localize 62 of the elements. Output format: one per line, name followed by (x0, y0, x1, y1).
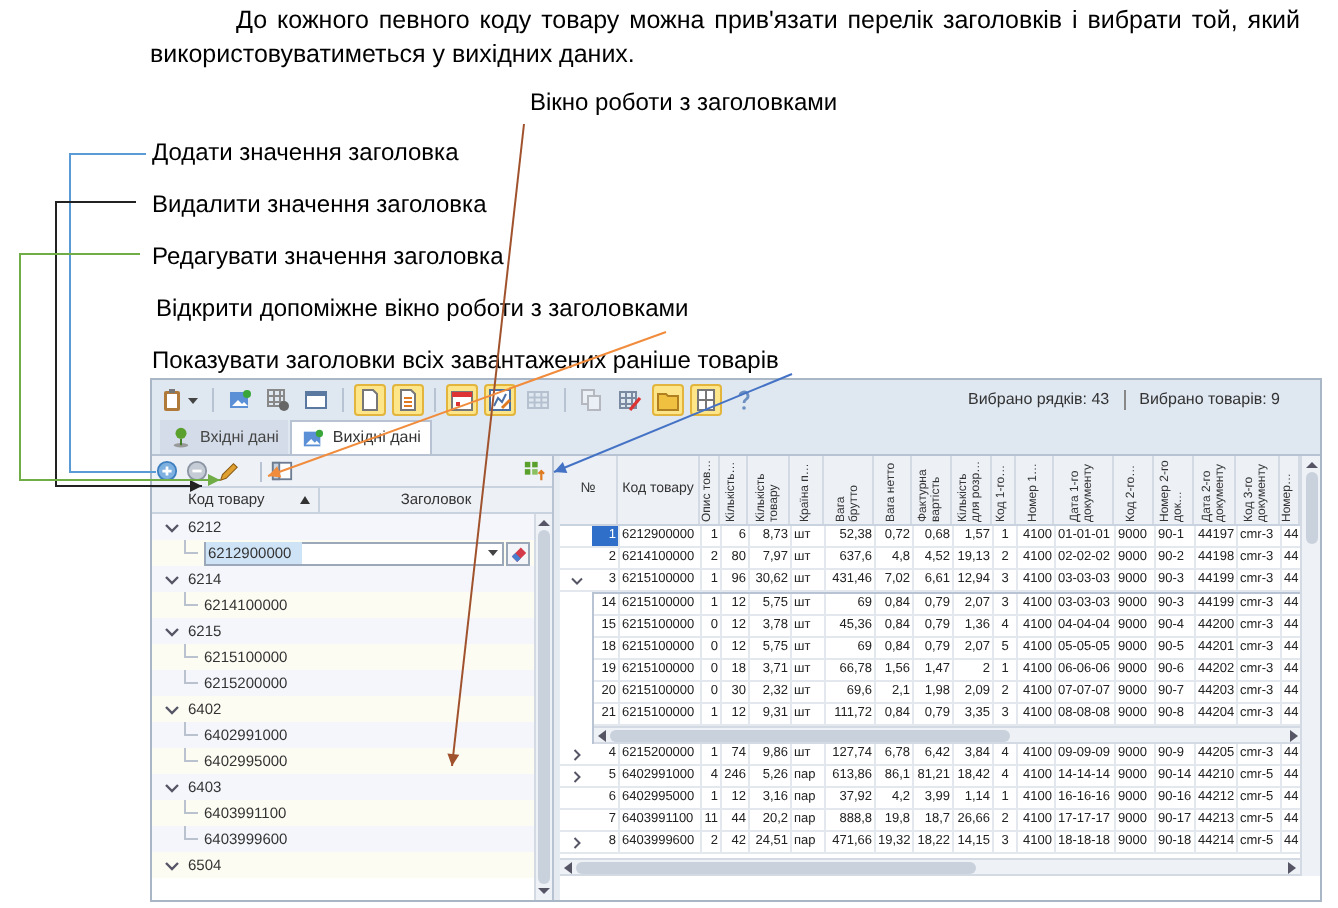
list-icon (396, 388, 420, 412)
pencil-icon (618, 388, 642, 412)
scroll-thumb[interactable] (576, 861, 976, 873)
pin-icon (170, 426, 192, 448)
grid-icon (526, 388, 550, 412)
copy-icon (580, 388, 604, 412)
scrollbar[interactable] (534, 514, 552, 900)
columns-button[interactable] (690, 384, 722, 416)
arrow-up-icon[interactable] (538, 518, 550, 526)
eraser-icon (509, 544, 527, 562)
expander-icon[interactable] (571, 835, 581, 849)
arrow-left-icon[interactable] (598, 729, 606, 741)
remove-icon[interactable] (186, 460, 208, 482)
paragraph: До кожного певного коду товару можна прив'язати перелік заголовків і вибрати той, який використовуватиметься у вихідних даних. (150, 4, 1300, 72)
expander-icon[interactable] (164, 573, 180, 585)
expander-icon[interactable] (164, 781, 180, 793)
callout-label: Видалити значення заголовка (152, 190, 487, 218)
status-text: Вибрано товарів: 9 (1139, 388, 1280, 412)
add-icon[interactable] (156, 460, 178, 482)
caret-icon (488, 550, 498, 556)
scroll-thumb[interactable] (1305, 472, 1317, 544)
clipboard-icon (162, 388, 186, 412)
picture-icon (302, 427, 325, 449)
arrow-down-icon[interactable] (538, 888, 550, 896)
tab[interactable]: Вхідні дані (160, 420, 289, 454)
expander-icon[interactable] (164, 703, 180, 715)
caption: Вікно роботи з заголовками (530, 88, 838, 116)
scrollbar[interactable] (594, 726, 1302, 744)
pencil-icon[interactable] (216, 460, 240, 482)
scroll-thumb[interactable] (610, 729, 1010, 741)
callout-label: Редагувати значення заголовка (152, 242, 504, 270)
folder-button[interactable] (652, 384, 684, 416)
grid-icon (266, 388, 290, 412)
grid-button[interactable] (262, 384, 294, 416)
page-icon (358, 388, 382, 412)
arrow-right-icon[interactable] (1288, 861, 1296, 873)
status-text: Вибрано рядків: 43 (968, 388, 1110, 412)
arrow-left-icon[interactable] (564, 861, 572, 873)
grid-icon[interactable] (522, 460, 546, 482)
window-icon (304, 388, 328, 412)
arrow-right-icon[interactable] (1290, 729, 1298, 741)
scrollbar[interactable] (1300, 456, 1320, 876)
scroll-thumb[interactable] (538, 530, 550, 884)
picture-icon (228, 388, 252, 412)
expander-icon[interactable] (571, 769, 581, 783)
folder-icon (656, 388, 680, 412)
calendar-icon (450, 388, 474, 412)
arrow-up-icon[interactable] (1305, 460, 1317, 468)
eraser-button[interactable] (506, 541, 530, 565)
expander-icon[interactable] (571, 747, 581, 761)
expander-icon[interactable] (164, 625, 180, 637)
expander-icon[interactable] (164, 521, 180, 533)
expander-icon[interactable] (569, 575, 583, 585)
page-button[interactable] (354, 384, 386, 416)
list-button[interactable] (392, 384, 424, 416)
calendar-button[interactable] (446, 384, 478, 416)
columns-icon (694, 388, 718, 412)
callout-label: Додати значення заголовка (152, 138, 459, 166)
scrollbar[interactable] (560, 858, 1300, 876)
clipboard-button[interactable] (158, 384, 202, 416)
caret-icon (188, 397, 198, 403)
expander-icon[interactable] (164, 859, 180, 871)
